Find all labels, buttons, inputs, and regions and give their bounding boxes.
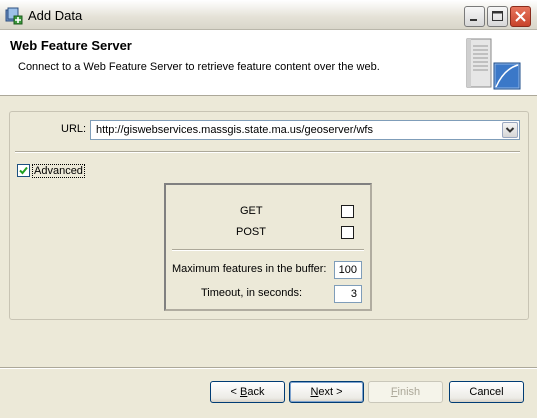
add-data-icon bbox=[5, 7, 23, 25]
url-value: http://giswebservices.massgis.state.ma.u… bbox=[96, 124, 373, 136]
title-bar[interactable]: Add Data bbox=[0, 0, 537, 30]
max-features-input[interactable]: 100 bbox=[334, 261, 362, 279]
close-button[interactable] bbox=[510, 6, 531, 27]
wizard-header: Web Feature Server Connect to a Web Feat… bbox=[0, 30, 537, 96]
footer-divider bbox=[0, 367, 537, 369]
maximize-button[interactable] bbox=[487, 6, 508, 27]
back-button[interactable]: < Back bbox=[210, 381, 285, 403]
window-title: Add Data bbox=[28, 8, 83, 23]
get-checkbox[interactable] bbox=[341, 205, 354, 218]
add-data-dialog: Add Data Web Feature Server Connect to a… bbox=[0, 0, 537, 418]
max-features-label: Maximum features in the buffer: bbox=[172, 263, 327, 275]
get-label: GET bbox=[240, 205, 263, 217]
post-checkbox[interactable] bbox=[341, 226, 354, 239]
divider bbox=[15, 151, 520, 153]
finish-button[interactable]: Finish bbox=[368, 381, 443, 403]
chevron-down-icon bbox=[505, 127, 515, 133]
timeout-input[interactable]: 3 bbox=[334, 285, 362, 303]
page-title: Web Feature Server bbox=[10, 38, 132, 53]
post-label: POST bbox=[236, 226, 266, 238]
next-button[interactable]: Next > bbox=[289, 381, 364, 403]
checkmark-icon bbox=[19, 166, 28, 175]
timeout-label: Timeout, in seconds: bbox=[201, 287, 303, 299]
url-dropdown-button[interactable] bbox=[502, 122, 518, 138]
maximize-icon bbox=[492, 11, 503, 21]
url-combobox[interactable]: http://giswebservices.massgis.state.ma.u… bbox=[90, 120, 520, 140]
close-icon bbox=[515, 11, 526, 22]
server-icon bbox=[466, 38, 521, 90]
minimize-button[interactable] bbox=[464, 6, 485, 27]
page-description: Connect to a Web Feature Server to retri… bbox=[18, 61, 380, 73]
url-label: URL: bbox=[61, 123, 87, 135]
advanced-label[interactable]: Advanced bbox=[32, 164, 85, 178]
panel-divider bbox=[172, 249, 364, 251]
cancel-button[interactable]: Cancel bbox=[449, 381, 524, 403]
minimize-icon bbox=[470, 19, 477, 21]
advanced-checkbox[interactable] bbox=[17, 164, 30, 177]
